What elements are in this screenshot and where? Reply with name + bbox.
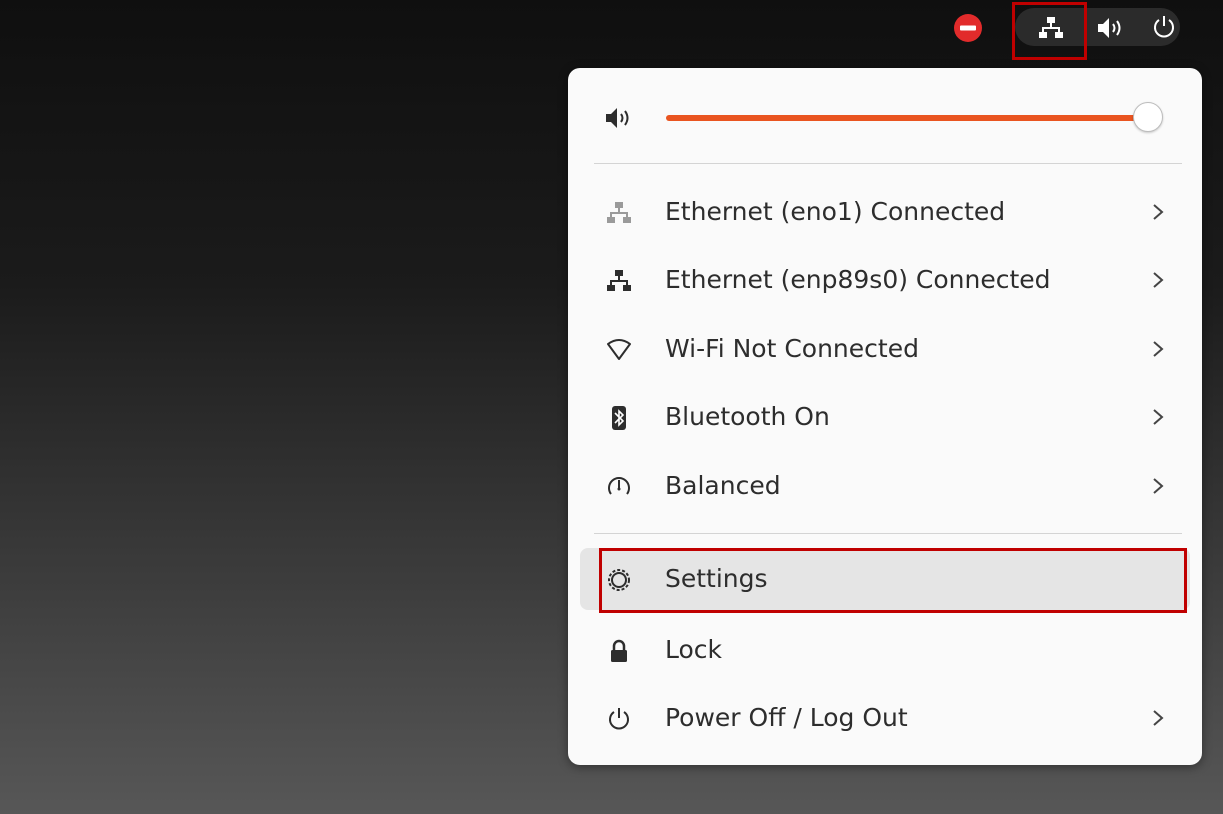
quick-settings-menu: Ethernet (eno1) Connected Ethernet (enp8… <box>568 68 1202 765</box>
volume-slider-thumb[interactable] <box>1133 102 1163 132</box>
menu-item-label: Wi-Fi Not Connected <box>665 334 919 363</box>
highlight-box-settings <box>599 548 1187 613</box>
menu-item-label: Lock <box>665 635 723 664</box>
lock-icon <box>611 639 627 662</box>
menu-item-ethernet-enp89s0[interactable]: Ethernet (enp89s0) Connected <box>580 249 1190 311</box>
menu-item-bluetooth[interactable]: Bluetooth On <box>580 386 1190 448</box>
do-not-disturb-icon[interactable] <box>953 13 983 43</box>
menu-item-label: Ethernet (eno1) Connected <box>665 197 1006 226</box>
volume-icon[interactable] <box>1096 16 1130 40</box>
chevron-right-icon <box>1153 341 1164 357</box>
bluetooth-icon <box>612 406 626 430</box>
volume-icon <box>606 108 629 128</box>
menu-item-label: Bluetooth On <box>665 402 830 431</box>
menu-item-label: Power Off / Log Out <box>665 703 908 732</box>
wifi-icon <box>607 339 631 360</box>
volume-slider-track[interactable] <box>666 115 1150 121</box>
chevron-right-icon <box>1153 409 1164 425</box>
power-profile-icon <box>608 477 630 495</box>
volume-slider-row <box>568 96 1202 140</box>
power-icon <box>609 708 629 730</box>
menu-item-label: Balanced <box>665 471 781 500</box>
network-wired-icon <box>607 202 631 223</box>
chevron-right-icon <box>1153 478 1164 494</box>
chevron-right-icon <box>1153 710 1164 726</box>
menu-item-label: Ethernet (enp89s0) Connected <box>665 265 1051 294</box>
menu-item-power-profile[interactable]: Balanced <box>580 455 1190 517</box>
menu-item-ethernet-eno1[interactable]: Ethernet (eno1) Connected <box>580 181 1190 243</box>
network-wired-icon <box>607 270 631 291</box>
menu-item-lock[interactable]: Lock <box>580 619 1190 681</box>
highlight-box-network <box>1012 2 1087 60</box>
divider <box>594 163 1182 164</box>
chevron-right-icon <box>1153 272 1164 288</box>
divider <box>594 533 1182 534</box>
chevron-right-icon <box>1153 204 1164 220</box>
power-icon[interactable] <box>1151 14 1177 40</box>
menu-item-wifi[interactable]: Wi-Fi Not Connected <box>580 318 1190 380</box>
menu-item-power-off[interactable]: Power Off / Log Out <box>580 687 1190 749</box>
